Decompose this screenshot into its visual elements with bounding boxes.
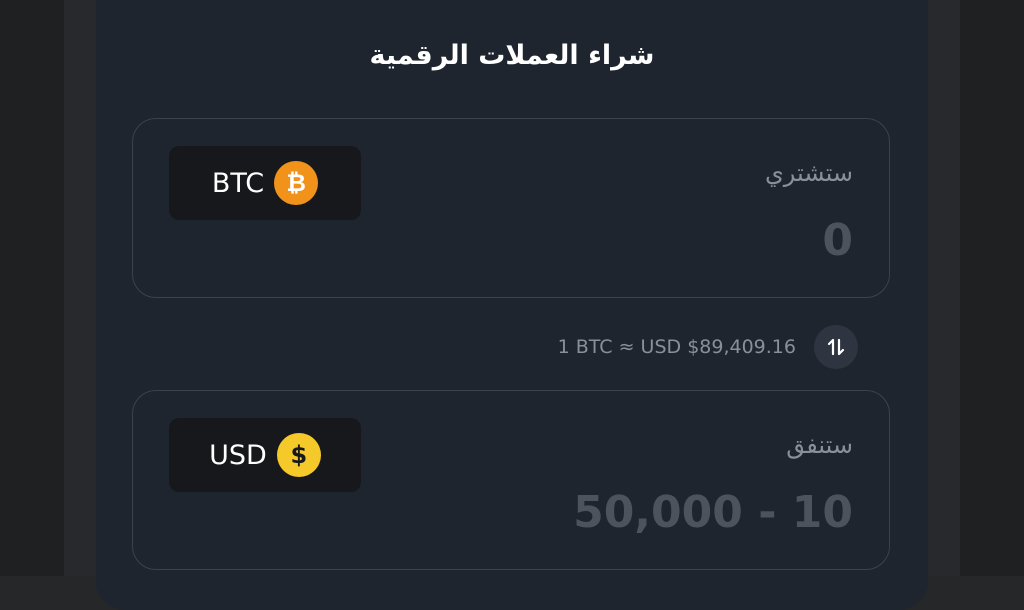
spend-amount-input[interactable]: [353, 487, 853, 538]
buy-currency-selector[interactable]: BTC ₿: [169, 146, 361, 220]
bitcoin-icon: ₿: [274, 161, 319, 205]
buy-crypto-panel: شراء العملات الرقمية BTC ₿ ستشتري 1 BTC …: [96, 0, 928, 610]
swap-button[interactable]: [814, 325, 858, 369]
backdrop-right: [960, 0, 1024, 576]
dollar-icon: $: [276, 433, 321, 477]
backdrop-left: [0, 0, 64, 576]
exchange-rate-row: 1 BTC ≈ USD $89,409.16: [558, 325, 858, 369]
swap-arrows-icon: [827, 338, 845, 356]
buy-currency-code: BTC: [211, 167, 265, 199]
spend-currency-code: USD: [209, 439, 267, 471]
buy-amount-input[interactable]: [353, 215, 853, 266]
exchange-rate-text: 1 BTC ≈ USD $89,409.16: [557, 336, 796, 358]
spend-currency-selector[interactable]: USD $: [169, 418, 361, 492]
page-title: شراء العملات الرقمية: [369, 40, 655, 71]
buy-amount-card: BTC ₿ ستشتري: [132, 118, 890, 298]
spend-label: ستنفق: [786, 431, 853, 459]
buy-label: ستشتري: [764, 159, 853, 187]
spend-amount-card: USD $ ستنفق: [132, 390, 890, 570]
